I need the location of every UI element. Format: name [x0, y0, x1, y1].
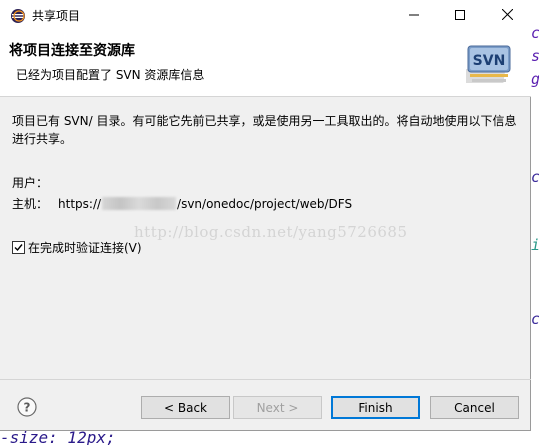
back-button[interactable]: < Back	[141, 396, 230, 419]
cancel-button[interactable]: Cancel	[430, 396, 519, 419]
host-row: 主机： https:// /svn/onedoc/project/web/DFS	[12, 195, 352, 212]
close-button[interactable]	[484, 0, 530, 31]
description-text: 项目已有 SVN/ 目录。有可能它先前已共享，或是使用另一工具取出的。将自动地使…	[12, 114, 517, 146]
page-subtitle: 已经为项目配置了 SVN 资源库信息	[16, 68, 205, 82]
footer-divider	[0, 379, 531, 380]
svn-logo: SVN	[466, 45, 511, 83]
host-url-path: /svn/onedoc/project/web/DFS	[177, 196, 353, 211]
watermark: http://blog.csdn.net/yang5726685	[134, 223, 408, 241]
share-project-dialog: 共享项目 将项目连接至资源库 已经为项目配置了 SVN 资源库信息 SVN 项目…	[0, 0, 531, 431]
redacted-host	[102, 197, 177, 210]
bg-editor-fragment: s	[531, 47, 539, 65]
window-title: 共享项目	[32, 9, 81, 23]
wizard-header: 将项目连接至资源库 已经为项目配置了 SVN 资源库信息 SVN	[0, 31, 531, 97]
finish-button[interactable]: Finish	[331, 396, 420, 419]
user-label: 用户：	[12, 176, 49, 190]
host-url-prefix: https://	[58, 196, 102, 211]
maximize-button[interactable]	[437, 0, 483, 31]
bg-editor-fragment: c	[531, 24, 539, 42]
minimize-icon	[409, 9, 419, 23]
next-button[interactable]: Next >	[233, 396, 322, 419]
validate-connection-checkbox[interactable]	[12, 241, 25, 254]
bg-editor-fragment: i	[531, 236, 539, 254]
svn-logo-text: SVN	[473, 53, 506, 69]
bg-editor-fragment: c	[531, 310, 539, 328]
page-title: 将项目连接至资源库	[9, 43, 135, 59]
minimize-button[interactable]	[391, 0, 437, 31]
svg-text:?: ?	[24, 401, 31, 415]
validate-connection-option[interactable]: 在完成时验证连接(V)	[12, 239, 142, 256]
bg-editor-bottom-line: -size: 12px;	[0, 430, 539, 445]
help-icon[interactable]: ?	[17, 397, 37, 417]
maximize-icon	[455, 9, 465, 23]
host-label: 主机：	[12, 197, 49, 211]
close-icon	[501, 8, 513, 23]
wizard-content: 项目已有 SVN/ 目录。有可能它先前已共享，或是使用另一工具取出的。将自动地使…	[0, 97, 531, 385]
checkmark-icon	[14, 244, 23, 252]
validate-connection-label: 在完成时验证连接(V)	[28, 241, 142, 255]
bg-editor-fragment: c	[531, 168, 539, 186]
eclipse-icon	[10, 8, 26, 24]
bg-editor-fragment: g	[531, 70, 539, 88]
title-bar: 共享项目	[0, 0, 531, 31]
